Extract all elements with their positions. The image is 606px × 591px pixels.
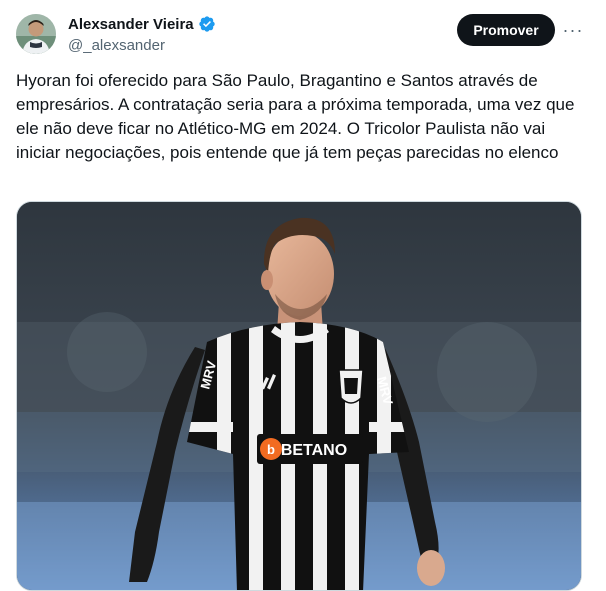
tweet-text: Hyoran foi oferecido para São Paulo, Bra…	[16, 71, 575, 162]
tweet-media-photo[interactable]: b BETANO MRV MRV	[16, 201, 582, 591]
more-options-icon[interactable]: ···	[562, 20, 584, 40]
verified-badge-icon[interactable]	[198, 15, 216, 33]
author-name-row: Alexsander Vieira	[68, 14, 216, 34]
author-avatar[interactable]	[16, 14, 56, 54]
avatar-photo	[16, 14, 56, 54]
author-display-name[interactable]: Alexsander Vieira	[68, 16, 194, 33]
promote-button[interactable]: Promover	[457, 14, 555, 46]
author-handle[interactable]: @_alexsander	[68, 37, 216, 54]
jersey-sponsor-text: BETANO	[281, 442, 347, 459]
author-info[interactable]: Alexsander Vieira @_alexsander	[68, 14, 216, 54]
player-photo: b BETANO MRV MRV	[17, 202, 581, 590]
tweet-card: Alexsander Vieira @_alexsander Promover …	[0, 0, 606, 591]
svg-text:b: b	[267, 442, 275, 457]
